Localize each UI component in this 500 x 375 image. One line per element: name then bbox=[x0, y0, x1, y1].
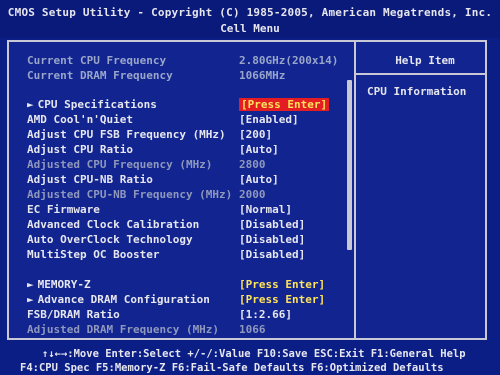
submenu-arrow-icon: ► bbox=[27, 278, 34, 291]
setting-label: Adjust CPU-NB Ratio bbox=[27, 173, 153, 186]
setting-label: FSB/DRAM Ratio bbox=[27, 308, 120, 321]
title-bar: CMOS Setup Utility - Copyright (C) 1985-… bbox=[0, 0, 500, 38]
setting-row-adjusted-cpu-frequency: Adjusted CPU Frequency (MHz) 2800 bbox=[27, 158, 347, 171]
help-item-text: CPU Information bbox=[367, 85, 467, 98]
scrollbar[interactable] bbox=[347, 80, 352, 250]
submenu-cpu-specifications[interactable]: ► CPU Specifications [Press Enter] bbox=[27, 98, 347, 111]
setting-value[interactable]: [200] bbox=[239, 128, 272, 141]
setting-label: CPU Specifications bbox=[37, 98, 157, 111]
setting-value: 2800 bbox=[239, 158, 266, 171]
setting-value[interactable]: [Auto] bbox=[239, 143, 279, 156]
setting-label: MEMORY-Z bbox=[37, 278, 91, 291]
setting-value: 1066MHz bbox=[239, 69, 286, 82]
help-separator bbox=[356, 73, 487, 75]
panel-divider bbox=[354, 42, 356, 338]
setting-label: Adjusted CPU Frequency (MHz) bbox=[27, 158, 213, 171]
setting-row-multistep-oc-booster[interactable]: MultiStep OC Booster [Disabled] bbox=[27, 248, 347, 261]
setting-row-adjust-cpu-nb-ratio[interactable]: Adjust CPU-NB Ratio [Auto] bbox=[27, 173, 347, 186]
setting-row-advanced-clock-calibration[interactable]: Advanced Clock Calibration [Disabled] bbox=[27, 218, 347, 231]
setting-row-adjust-cpu-ratio[interactable]: Adjust CPU Ratio [Auto] bbox=[27, 143, 347, 156]
setting-value[interactable]: [Press Enter] bbox=[239, 278, 325, 291]
setting-row-amd-cool-n-quiet[interactable]: AMD Cool'n'Quiet [Enabled] bbox=[27, 113, 347, 126]
setting-row-auto-overclock-technology[interactable]: Auto OverClock Technology [Disabled] bbox=[27, 233, 347, 246]
key-help-bar: ↑↓←→:Move Enter:Select +/-/:Value F10:Sa… bbox=[0, 344, 500, 375]
setting-row-adjusted-cpu-nb-frequency: Adjusted CPU-NB Frequency (MHz) 2000 bbox=[27, 188, 347, 201]
menu-title: Cell Menu bbox=[220, 22, 280, 35]
bios-title: CMOS Setup Utility - Copyright (C) 1985-… bbox=[7, 6, 493, 19]
setting-value: 2000 bbox=[239, 188, 266, 201]
setting-value[interactable]: [Disabled] bbox=[239, 218, 305, 231]
setting-label: Current CPU Frequency bbox=[27, 54, 167, 67]
setting-row-current-cpu-frequency: Current CPU Frequency 2.80GHz(200x14) bbox=[27, 54, 347, 67]
setting-label: EC Firmware bbox=[27, 203, 100, 216]
setting-label: Adjust CPU FSB Frequency (MHz) bbox=[27, 128, 226, 141]
setting-label: Current DRAM Frequency bbox=[27, 69, 173, 82]
help-item-title: Help Item bbox=[395, 54, 455, 67]
submenu-advance-dram-configuration[interactable]: ► Advance DRAM Configuration [Press Enter… bbox=[27, 293, 347, 306]
submenu-memory-z[interactable]: ► MEMORY-Z [Press Enter] bbox=[27, 278, 347, 291]
setting-value[interactable]: [Normal] bbox=[239, 203, 292, 216]
setting-label: Advance DRAM Configuration bbox=[37, 293, 210, 306]
submenu-arrow-icon: ► bbox=[27, 293, 34, 306]
setting-label: Auto OverClock Technology bbox=[27, 233, 193, 246]
setting-label: Adjusted DRAM Frequency (MHz) bbox=[27, 323, 220, 336]
setting-label: AMD Cool'n'Quiet bbox=[27, 113, 133, 126]
setting-label: MultiStep OC Booster bbox=[27, 248, 160, 261]
setting-value[interactable]: [Auto] bbox=[239, 173, 279, 186]
setting-label: Adjusted CPU-NB Frequency (MHz) bbox=[27, 188, 233, 201]
setting-value[interactable]: [1:2.66] bbox=[239, 308, 292, 321]
settings-panel: Help Item CPU Information Current CPU Fr… bbox=[7, 40, 487, 340]
submenu-arrow-icon: ► bbox=[27, 98, 34, 111]
setting-row-adjust-cpu-fsb-frequency[interactable]: Adjust CPU FSB Frequency (MHz) [200] bbox=[27, 128, 347, 141]
setting-value[interactable]: [Press Enter] bbox=[239, 293, 325, 306]
setting-row-ec-firmware[interactable]: EC Firmware [Normal] bbox=[27, 203, 347, 216]
setting-value: 2.80GHz(200x14) bbox=[239, 54, 339, 67]
key-help-line-2: F4:CPU Spec F5:Memory-Z F6:Fail-Safe Def… bbox=[20, 362, 444, 374]
setting-row-current-dram-frequency: Current DRAM Frequency 1066MHz bbox=[27, 69, 347, 82]
setting-value[interactable]: [Disabled] bbox=[239, 233, 305, 246]
key-help-line-1: ↑↓←→:Move Enter:Select +/-/:Value F10:Sa… bbox=[42, 348, 466, 360]
setting-label: Advanced Clock Calibration bbox=[27, 218, 200, 231]
setting-value[interactable]: [Enabled] bbox=[239, 113, 299, 126]
setting-value-selected[interactable]: [Press Enter] bbox=[239, 98, 330, 111]
setting-value[interactable]: [Disabled] bbox=[239, 248, 305, 261]
setting-label: Adjust CPU Ratio bbox=[27, 143, 133, 156]
setting-row-fsb-dram-ratio[interactable]: FSB/DRAM Ratio [1:2.66] bbox=[27, 308, 347, 321]
setting-row-adjusted-dram-frequency: Adjusted DRAM Frequency (MHz) 1066 bbox=[27, 323, 347, 336]
setting-value: 1066 bbox=[239, 323, 266, 336]
